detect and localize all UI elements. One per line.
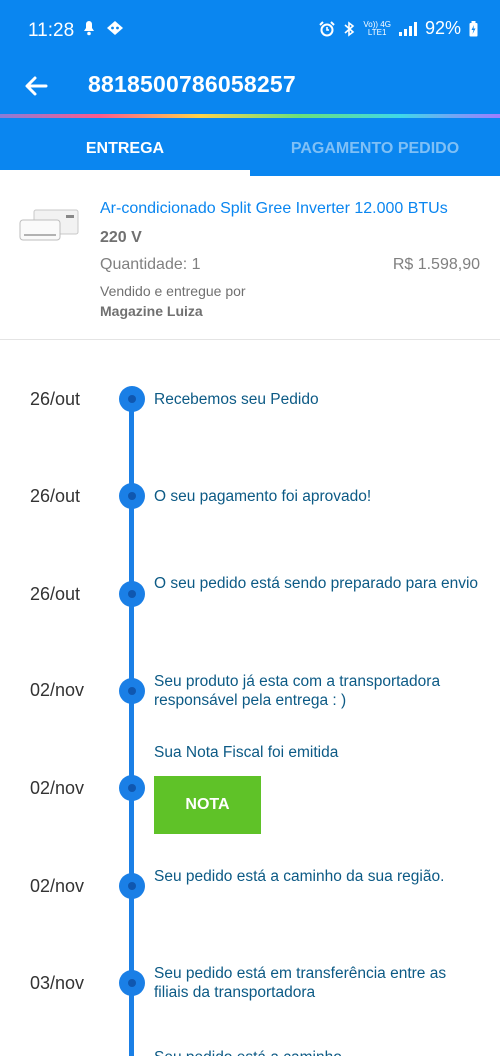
- silent-icon: [84, 21, 94, 36]
- timeline-dot: [119, 775, 145, 801]
- timeline-text: Seu pedido está em transferência entre a…: [154, 965, 447, 1001]
- timeline-dot: [119, 483, 145, 509]
- signal-icon: [398, 21, 417, 36]
- order-number-title: 8818500786058257: [88, 71, 296, 97]
- alarm-icon: [319, 20, 336, 36]
- timeline-text: O seu pagamento foi aprovado!: [154, 488, 372, 505]
- timeline-text: Sua Nota Fiscal foi emitida: [154, 744, 339, 761]
- timeline-date: 03/nov: [30, 973, 85, 993]
- status-system-icons: Vo)) 4G LTE1 92%: [319, 18, 478, 39]
- tab-entrega[interactable]: ENTREGA: [0, 118, 250, 176]
- product-price: R$ 1.598,90: [392, 256, 480, 273]
- status-time: 11:28: [28, 20, 75, 41]
- product-name-link[interactable]: Ar-condicionado Split Gree Inverter 12.0…: [100, 200, 448, 218]
- timeline-date: 02/nov: [30, 778, 85, 798]
- timeline-date: 02/nov: [30, 876, 85, 896]
- status-notification-icons: [82, 20, 124, 39]
- timeline-date: 26/out: [30, 486, 81, 506]
- product-quantity: Quantidade: 1: [100, 256, 201, 273]
- back-arrow-icon[interactable]: [20, 70, 52, 102]
- timeline-dot: [119, 386, 145, 412]
- seller-label: Vendido e entregue por: [100, 283, 246, 299]
- nota-button[interactable]: NOTA: [154, 776, 261, 834]
- timeline-date: 26/out: [30, 389, 81, 409]
- game-controller-icon: [107, 21, 124, 35]
- timeline-dot: [119, 970, 145, 996]
- battery-charging-icon: [469, 20, 478, 36]
- timeline-dot: [119, 678, 145, 704]
- battery-percent: 92%: [424, 18, 461, 38]
- product-card: Ar-condicionado Split Gree Inverter 12.0…: [0, 176, 500, 340]
- timeline-text: Seu pedido está a caminho ...: [154, 1048, 484, 1056]
- seller-name: Magazine Luiza: [100, 303, 203, 319]
- timeline-text: O seu pedido está sendo preparado para e…: [154, 575, 479, 592]
- timeline-date: 26/out: [30, 584, 81, 604]
- timeline-dot: [119, 581, 145, 607]
- timeline-date: 02/nov: [30, 680, 85, 700]
- tab-bar: ENTREGA PAGAMENTO PEDIDO: [0, 118, 500, 176]
- air-conditioner-image: [19, 209, 79, 241]
- tab-pagamento-pedido[interactable]: PAGAMENTO PEDIDO: [250, 118, 500, 176]
- app-bar: 8818500786058257: [0, 60, 500, 116]
- timeline-text: Seu pedido está a caminho da sua região.: [154, 868, 445, 885]
- product-variant: 220 V: [100, 229, 142, 246]
- timeline-text: Seu produto já esta com a transportadora…: [154, 673, 441, 709]
- bluetooth-icon: [344, 20, 355, 37]
- timeline-text: Recebemos seu Pedido: [154, 391, 319, 408]
- status-bar: 11:28 Vo)) 4G LTE1 92%: [0, 0, 500, 60]
- timeline-dot: [119, 873, 145, 899]
- network-type-label: Vo)) 4G LTE1: [363, 19, 391, 37]
